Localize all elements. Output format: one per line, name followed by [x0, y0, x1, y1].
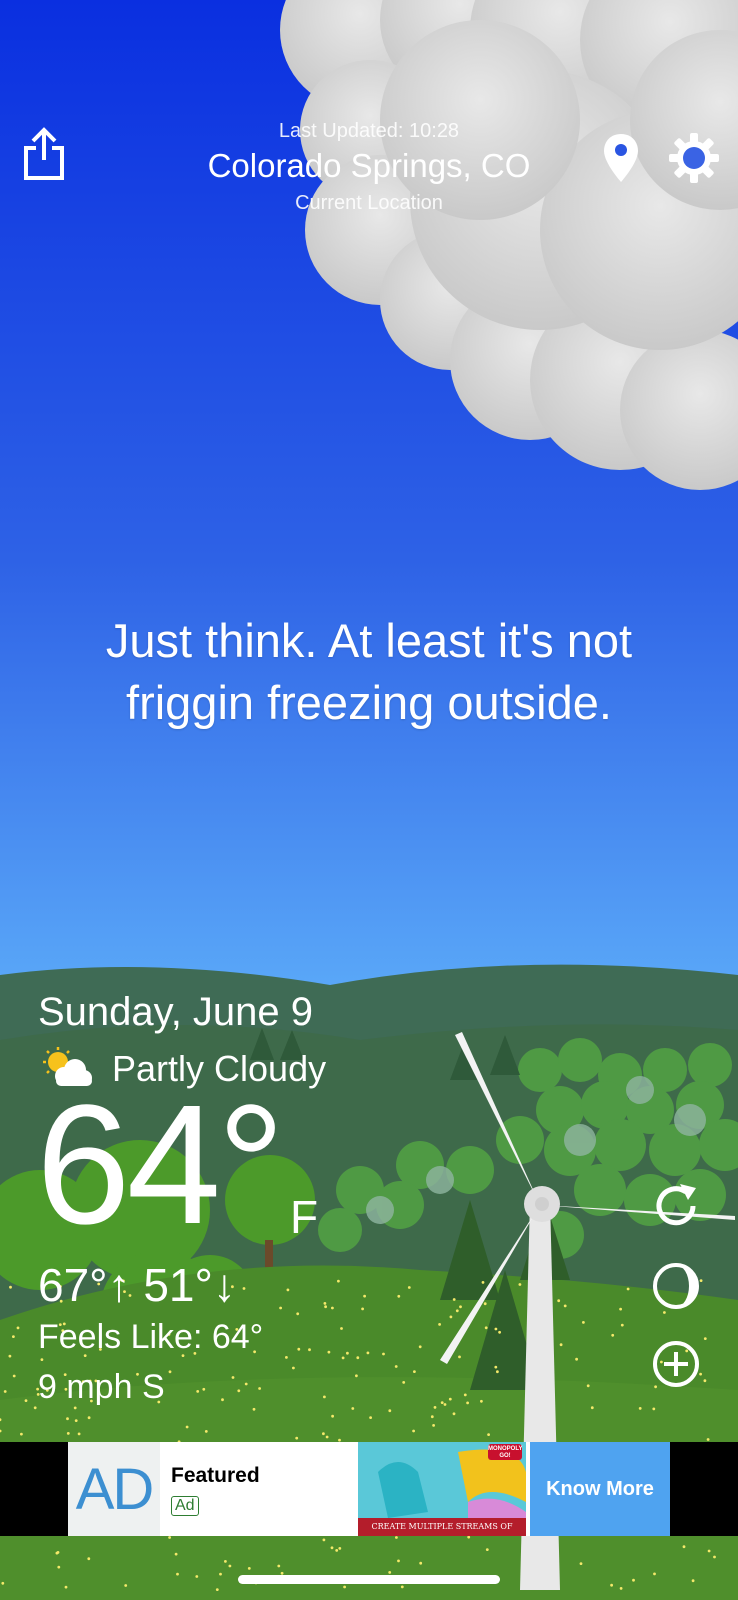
forecast-date: Sunday, June 9: [38, 990, 314, 1034]
settings-button[interactable]: [666, 130, 722, 186]
moon-phase-button[interactable]: [650, 1260, 702, 1312]
ad-content[interactable]: AD Featured Ad MONOPOLY GO! CREATE MULTI…: [68, 1442, 670, 1536]
refresh-button[interactable]: [650, 1180, 702, 1232]
feels-like: Feels Like: 64°: [38, 1318, 264, 1356]
refresh-icon: [656, 1184, 696, 1226]
ad-banner[interactable]: AD Featured Ad MONOPOLY GO! CREATE MULTI…: [0, 1442, 738, 1536]
ad-logo: AD: [68, 1442, 160, 1536]
wind-speed: 9 mph S: [38, 1368, 165, 1406]
ad-title: Featured: [171, 1464, 260, 1487]
weather-quote: Just think. At least it's not friggin fr…: [105, 614, 633, 729]
location-button[interactable]: [598, 130, 644, 186]
plus-circle-icon: [653, 1341, 699, 1387]
ad-badge: Ad: [171, 1496, 199, 1516]
high-low-temperature: 67°↑ 51°↓: [38, 1259, 236, 1311]
home-indicator[interactable]: [238, 1575, 500, 1584]
gear-icon: [669, 133, 719, 183]
ad-image-brand: MONOPOLY GO!: [488, 1446, 523, 1459]
add-location-button[interactable]: [650, 1338, 702, 1390]
weather-scene-background: [0, 0, 738, 1600]
location-subtitle: Current Location: [295, 192, 443, 214]
moon-phase-icon: [653, 1263, 699, 1309]
ad-cta-button[interactable]: Know More: [530, 1442, 670, 1536]
temperature-unit[interactable]: F: [290, 1190, 318, 1244]
current-temperature: 64°: [36, 1070, 285, 1260]
ad-image[interactable]: MONOPOLY GO! CREATE MULTIPLE STREAMS OF …: [358, 1442, 526, 1536]
map-pin-icon: [604, 134, 638, 182]
ad-image-caption: CREATE MULTIPLE STREAMS OF INCOME: [358, 1518, 526, 1536]
